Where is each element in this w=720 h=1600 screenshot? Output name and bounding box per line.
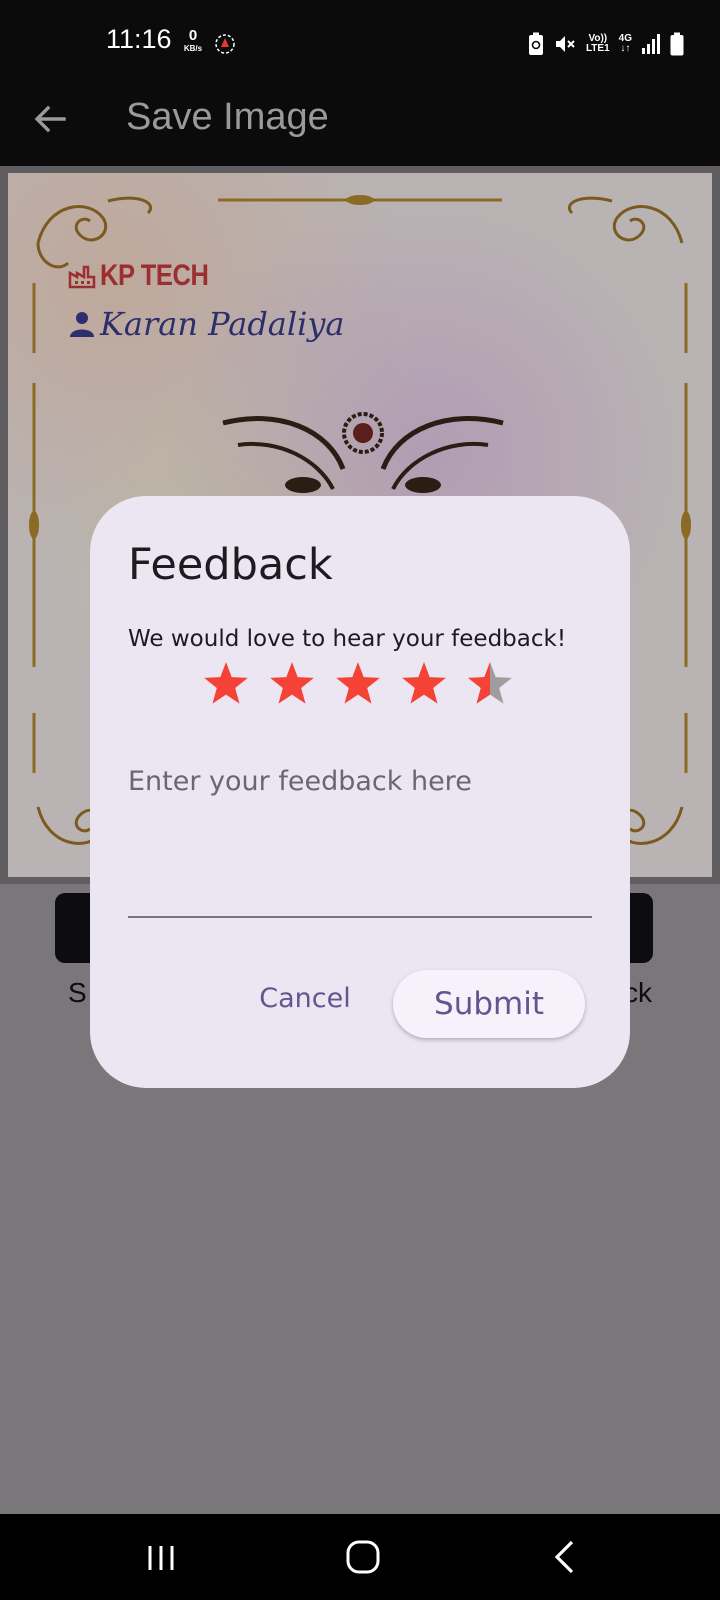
data-arrows-icon: ↓↑ [620, 43, 631, 54]
home-icon[interactable] [345, 1539, 381, 1575]
battery-icon [670, 32, 684, 56]
feedback-dialog: Feedback We would love to hear your feed… [90, 496, 630, 1088]
volte-icon: Vo)) LTE1 [586, 34, 610, 54]
background-action-label-left: S [68, 977, 87, 1008]
star-rating[interactable] [202, 661, 512, 709]
navigation-bar [0, 1514, 720, 1600]
network-speed-value: 0 [188, 27, 198, 44]
app-bar: Save Image [0, 86, 720, 166]
person-name: Karan Padaliya [100, 305, 345, 343]
dialog-title: Feedback [128, 540, 333, 590]
status-icons: Vo)) LTE1 4G ↓↑ [528, 28, 684, 60]
brand-name: KP TECH [100, 259, 209, 292]
person-icon [70, 312, 94, 337]
cancel-button[interactable]: Cancel [240, 970, 370, 1026]
star-3-icon[interactable] [336, 662, 380, 704]
status-time: 11:16 [106, 24, 172, 54]
brand-row: KP TECH [68, 259, 228, 293]
battery-saver-icon [528, 32, 543, 55]
star-4-icon[interactable] [402, 662, 446, 704]
star-1-icon[interactable] [204, 662, 248, 704]
submit-button[interactable]: Submit [393, 970, 585, 1038]
signal-icon [642, 34, 660, 54]
feedback-input[interactable] [128, 754, 592, 918]
arrow-left-icon[interactable] [32, 101, 68, 137]
page-title: Save Image [126, 96, 329, 138]
network-speed-unit: KB/s [183, 44, 203, 53]
dialog-subtitle: We would love to hear your feedback! [128, 626, 567, 652]
network-4g-icon: 4G ↓↑ [619, 34, 632, 54]
mute-icon [555, 36, 575, 52]
star-5-icon[interactable] [468, 662, 512, 704]
factory-icon [68, 265, 96, 289]
person-row: Karan Padaliya [70, 305, 345, 343]
status-bar: 11:16 0 KB/s Vo)) LTE1 4G ↓↑ [0, 0, 720, 86]
volte-bottom-label: LTE1 [585, 43, 610, 54]
network-speed: 0 KB/s [180, 28, 206, 53]
star-2-icon[interactable] [270, 662, 314, 704]
app-notification-icon [215, 34, 235, 54]
recents-icon[interactable] [146, 1543, 176, 1573]
goddess-eyes-illustration-icon [222, 412, 504, 493]
back-icon[interactable] [552, 1539, 576, 1575]
